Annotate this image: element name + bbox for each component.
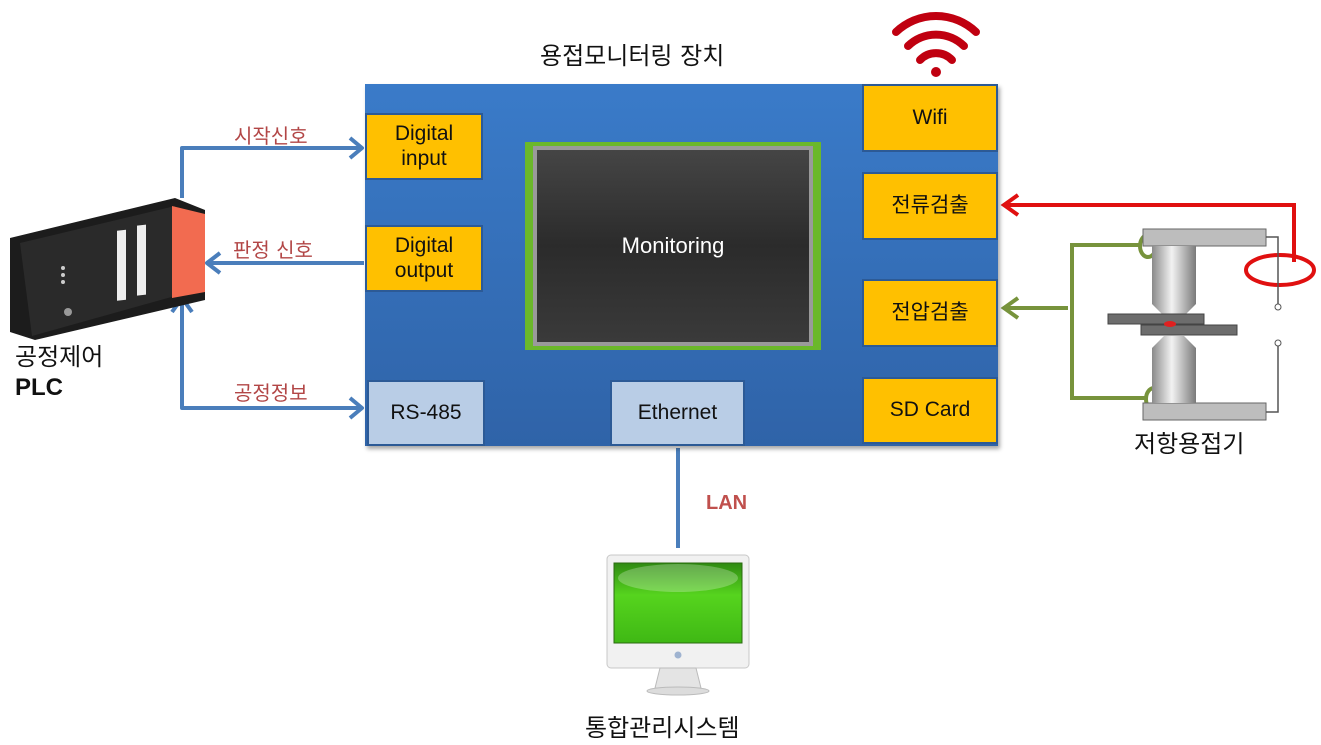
wifi-icon — [892, 12, 980, 64]
management-system-label: 통합관리시스템 — [585, 714, 740, 742]
digital-output-module: Digital output — [365, 225, 483, 292]
monitor-icon — [606, 554, 750, 696]
process-info-label: 공정정보 — [234, 381, 308, 405]
start-signal-label: 시작신호 — [234, 124, 308, 148]
plc-device-icon — [10, 198, 205, 340]
voltage-detection-module: 전압검출 — [862, 279, 998, 347]
digital-input-module: Digital input — [365, 113, 483, 180]
sd-card-module: SD Card — [862, 377, 998, 444]
screen-label: Monitoring — [621, 233, 725, 258]
current-detection-module: 전류검출 — [862, 172, 998, 240]
wifi-dot — [931, 67, 941, 77]
plc-label: 공정제어 PLC — [15, 342, 103, 403]
ethernet-module: Ethernet — [610, 380, 745, 446]
device-title: 용접모니터링 장치 — [540, 42, 725, 70]
plc-label-line1: 공정제어 — [15, 343, 104, 371]
wifi-module: Wifi — [862, 84, 998, 152]
judgement-signal-label: 판정 신호 — [233, 238, 313, 262]
lan-label: LAN — [706, 492, 748, 514]
rs485-module: RS-485 — [367, 380, 485, 446]
plc-label-line2: PLC — [15, 374, 63, 401]
screen-display: Monitoring — [533, 146, 813, 346]
welder-label: 저항용접기 — [1134, 430, 1245, 458]
monitoring-screen: Monitoring — [525, 142, 821, 350]
